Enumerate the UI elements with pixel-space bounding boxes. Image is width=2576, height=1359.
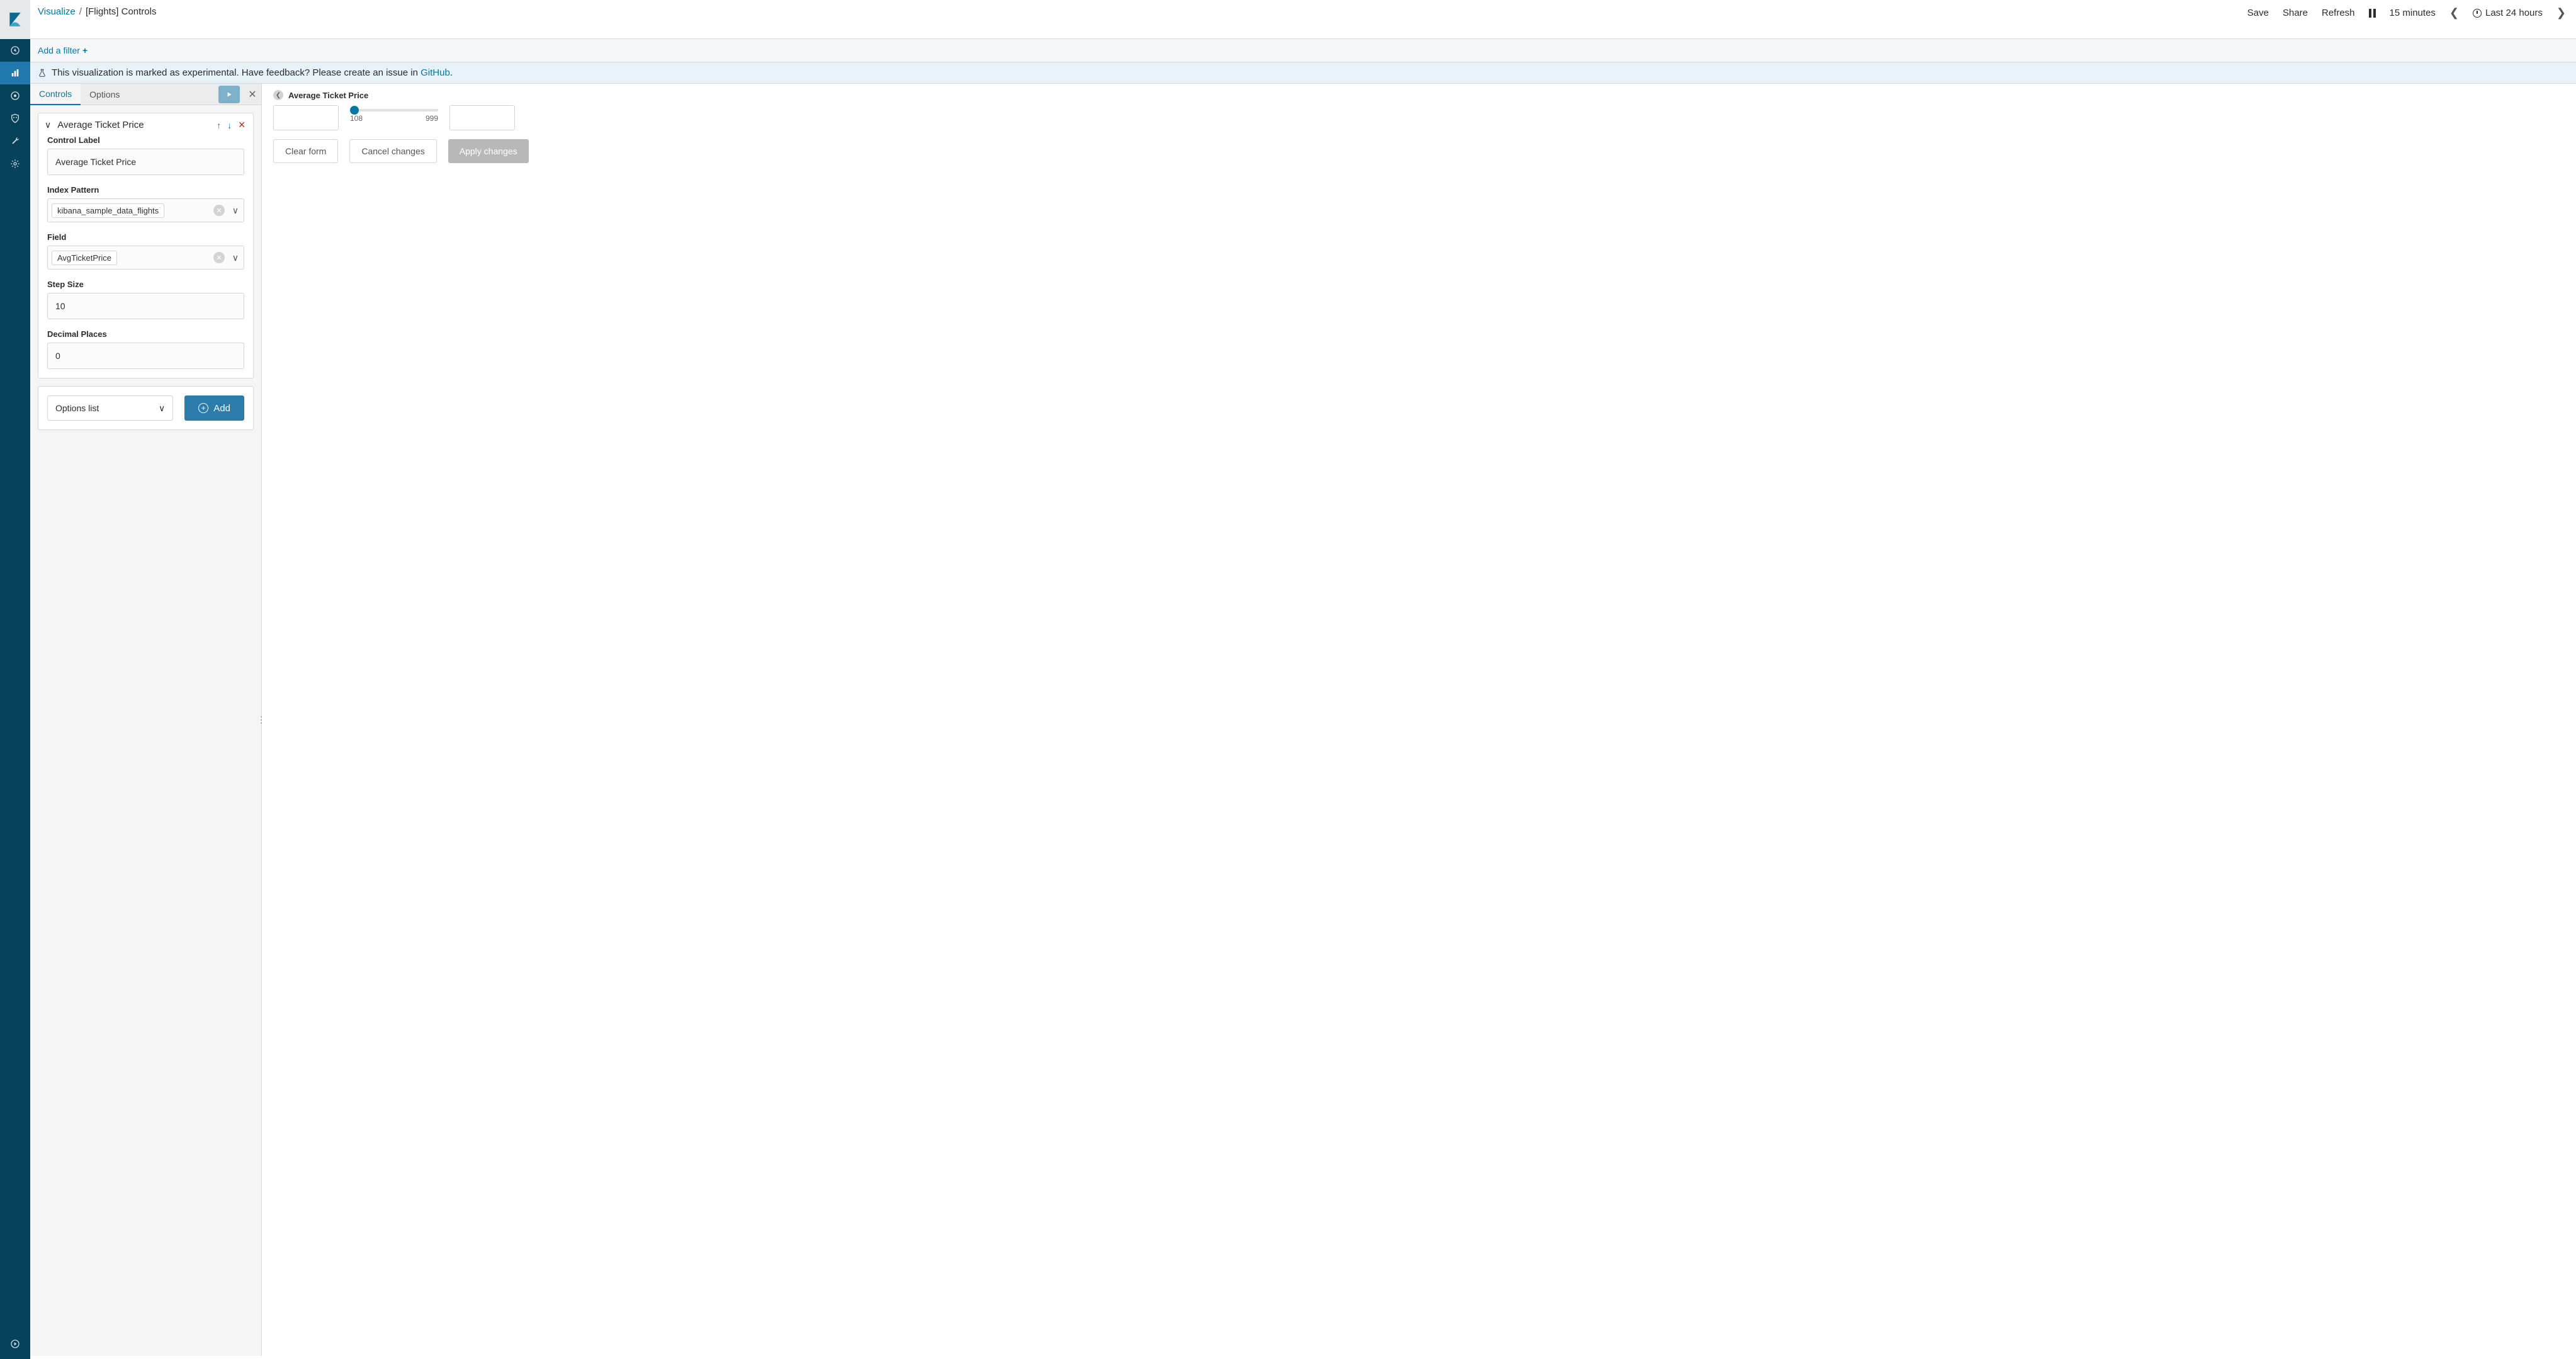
decimal-places-label: Decimal Places [47, 329, 244, 339]
nav-devtools-icon[interactable] [0, 130, 30, 152]
step-size-label: Step Size [47, 280, 244, 289]
save-button[interactable]: Save [2247, 8, 2269, 18]
nav-security-icon[interactable] [0, 107, 30, 130]
field-select[interactable]: AvgTicketPrice ✕ ∨ [47, 246, 244, 270]
preview-pane: ❮ Average Ticket Price 108 999 Clear [262, 84, 2576, 1356]
control-label-input[interactable] [47, 149, 244, 175]
add-control-button[interactable]: + Add [184, 395, 244, 421]
range-slider-thumb[interactable] [350, 106, 359, 115]
apply-changes-button[interactable]: Apply changes [448, 139, 529, 163]
clear-field-icon[interactable]: ✕ [213, 252, 225, 263]
time-range-label: Last 24 hours [2485, 8, 2543, 18]
index-pattern-select[interactable]: kibana_sample_data_flights ✕ ∨ [47, 198, 244, 222]
remove-panel-button[interactable]: ✕ [238, 120, 246, 130]
panel-header[interactable]: ∨ Average Ticket Price ↑ ↓ ✕ [38, 113, 253, 134]
nav-collapse-icon[interactable] [0, 1333, 30, 1355]
preview-control-title: Average Ticket Price [288, 91, 368, 100]
refresh-button[interactable]: Refresh [2322, 8, 2355, 18]
breadcrumb-separator: / [79, 6, 82, 17]
range-slider-track[interactable] [350, 109, 438, 111]
range-slider-control: 108 999 [273, 105, 2565, 130]
pause-icon[interactable] [2369, 9, 2376, 18]
panel-title: Average Ticket Price [57, 120, 217, 130]
nav-management-icon[interactable] [0, 152, 30, 175]
move-down-button[interactable]: ↓ [227, 120, 232, 130]
decimal-places-input[interactable] [47, 343, 244, 369]
chevron-down-icon: ∨ [159, 403, 165, 414]
chevron-down-icon[interactable]: ∨ [232, 205, 239, 216]
tab-controls[interactable]: Controls [30, 84, 81, 105]
range-min-input[interactable] [273, 105, 339, 130]
nav-discover-icon[interactable] [0, 39, 30, 62]
range-max-input[interactable] [449, 105, 515, 130]
experimental-banner: This visualization is marked as experime… [30, 62, 2576, 84]
add-control-row: Options list ∨ + Add [38, 386, 254, 430]
range-min-label: 108 [350, 114, 363, 123]
move-up-button[interactable]: ↑ [217, 120, 221, 130]
clear-form-button[interactable]: Clear form [273, 139, 338, 163]
share-button[interactable]: Share [2283, 8, 2308, 18]
github-link[interactable]: GitHub [421, 67, 450, 78]
add-button-label: Add [213, 403, 230, 414]
add-filter-label: Add a filter [38, 45, 80, 55]
top-bar: Visualize / [Flights] Controls Save Shar… [30, 0, 2576, 39]
breadcrumb: Visualize / [Flights] Controls [38, 6, 156, 17]
flask-icon [38, 69, 47, 77]
collapse-preview-icon[interactable]: ❮ [273, 90, 283, 100]
experimental-text: This visualization is marked as experime… [52, 67, 453, 78]
control-type-select[interactable]: Options list ∨ [47, 395, 173, 421]
editor-tabs: Controls Options ✕ [30, 84, 261, 105]
clear-index-pattern-icon[interactable]: ✕ [213, 205, 225, 216]
plus-icon: + [82, 45, 88, 55]
control-panel: ∨ Average Ticket Price ↑ ↓ ✕ Control Lab… [38, 113, 254, 378]
time-prev-icon[interactable]: ❮ [2449, 6, 2459, 20]
control-type-value: Options list [55, 403, 99, 413]
tab-options[interactable]: Options [81, 84, 128, 105]
time-range-picker[interactable]: Last 24 hours [2473, 8, 2543, 18]
field-label: Field [47, 232, 244, 242]
chevron-down-icon[interactable]: ∨ [232, 253, 239, 263]
top-actions: Save Share Refresh 15 minutes ❮ Last 24 … [2247, 6, 2566, 20]
chevron-down-icon: ∨ [45, 120, 51, 130]
filter-bar: Add a filter + [30, 39, 2576, 62]
breadcrumb-current: [Flights] Controls [86, 6, 157, 17]
time-next-icon[interactable]: ❯ [2556, 6, 2566, 20]
content: Controls Options ✕ ∨ Average Ticket Pric… [30, 84, 2576, 1356]
side-nav [0, 0, 30, 1359]
add-filter-link[interactable]: Add a filter + [38, 45, 88, 55]
nav-dashboard-icon[interactable] [0, 84, 30, 107]
step-size-input[interactable] [47, 293, 244, 319]
breadcrumb-root[interactable]: Visualize [38, 6, 76, 17]
editor-sidebar: Controls Options ✕ ∨ Average Ticket Pric… [30, 84, 262, 1356]
index-pattern-label: Index Pattern [47, 185, 244, 195]
control-label-label: Control Label [47, 135, 244, 145]
range-max-label: 999 [426, 114, 438, 123]
cancel-changes-button[interactable]: Cancel changes [349, 139, 436, 163]
apply-preview-button[interactable] [218, 86, 240, 103]
index-pattern-chip: kibana_sample_data_flights [52, 203, 164, 218]
plus-circle-icon: + [198, 403, 208, 413]
resize-handle[interactable]: ⋮ [257, 715, 266, 725]
play-icon [225, 91, 233, 98]
clock-icon [2473, 9, 2482, 18]
close-editor-button[interactable]: ✕ [244, 86, 261, 103]
nav-visualize-icon[interactable] [0, 62, 30, 84]
kibana-logo[interactable] [0, 0, 30, 39]
field-chip: AvgTicketPrice [52, 251, 117, 265]
refresh-interval[interactable]: 15 minutes [2390, 8, 2436, 18]
